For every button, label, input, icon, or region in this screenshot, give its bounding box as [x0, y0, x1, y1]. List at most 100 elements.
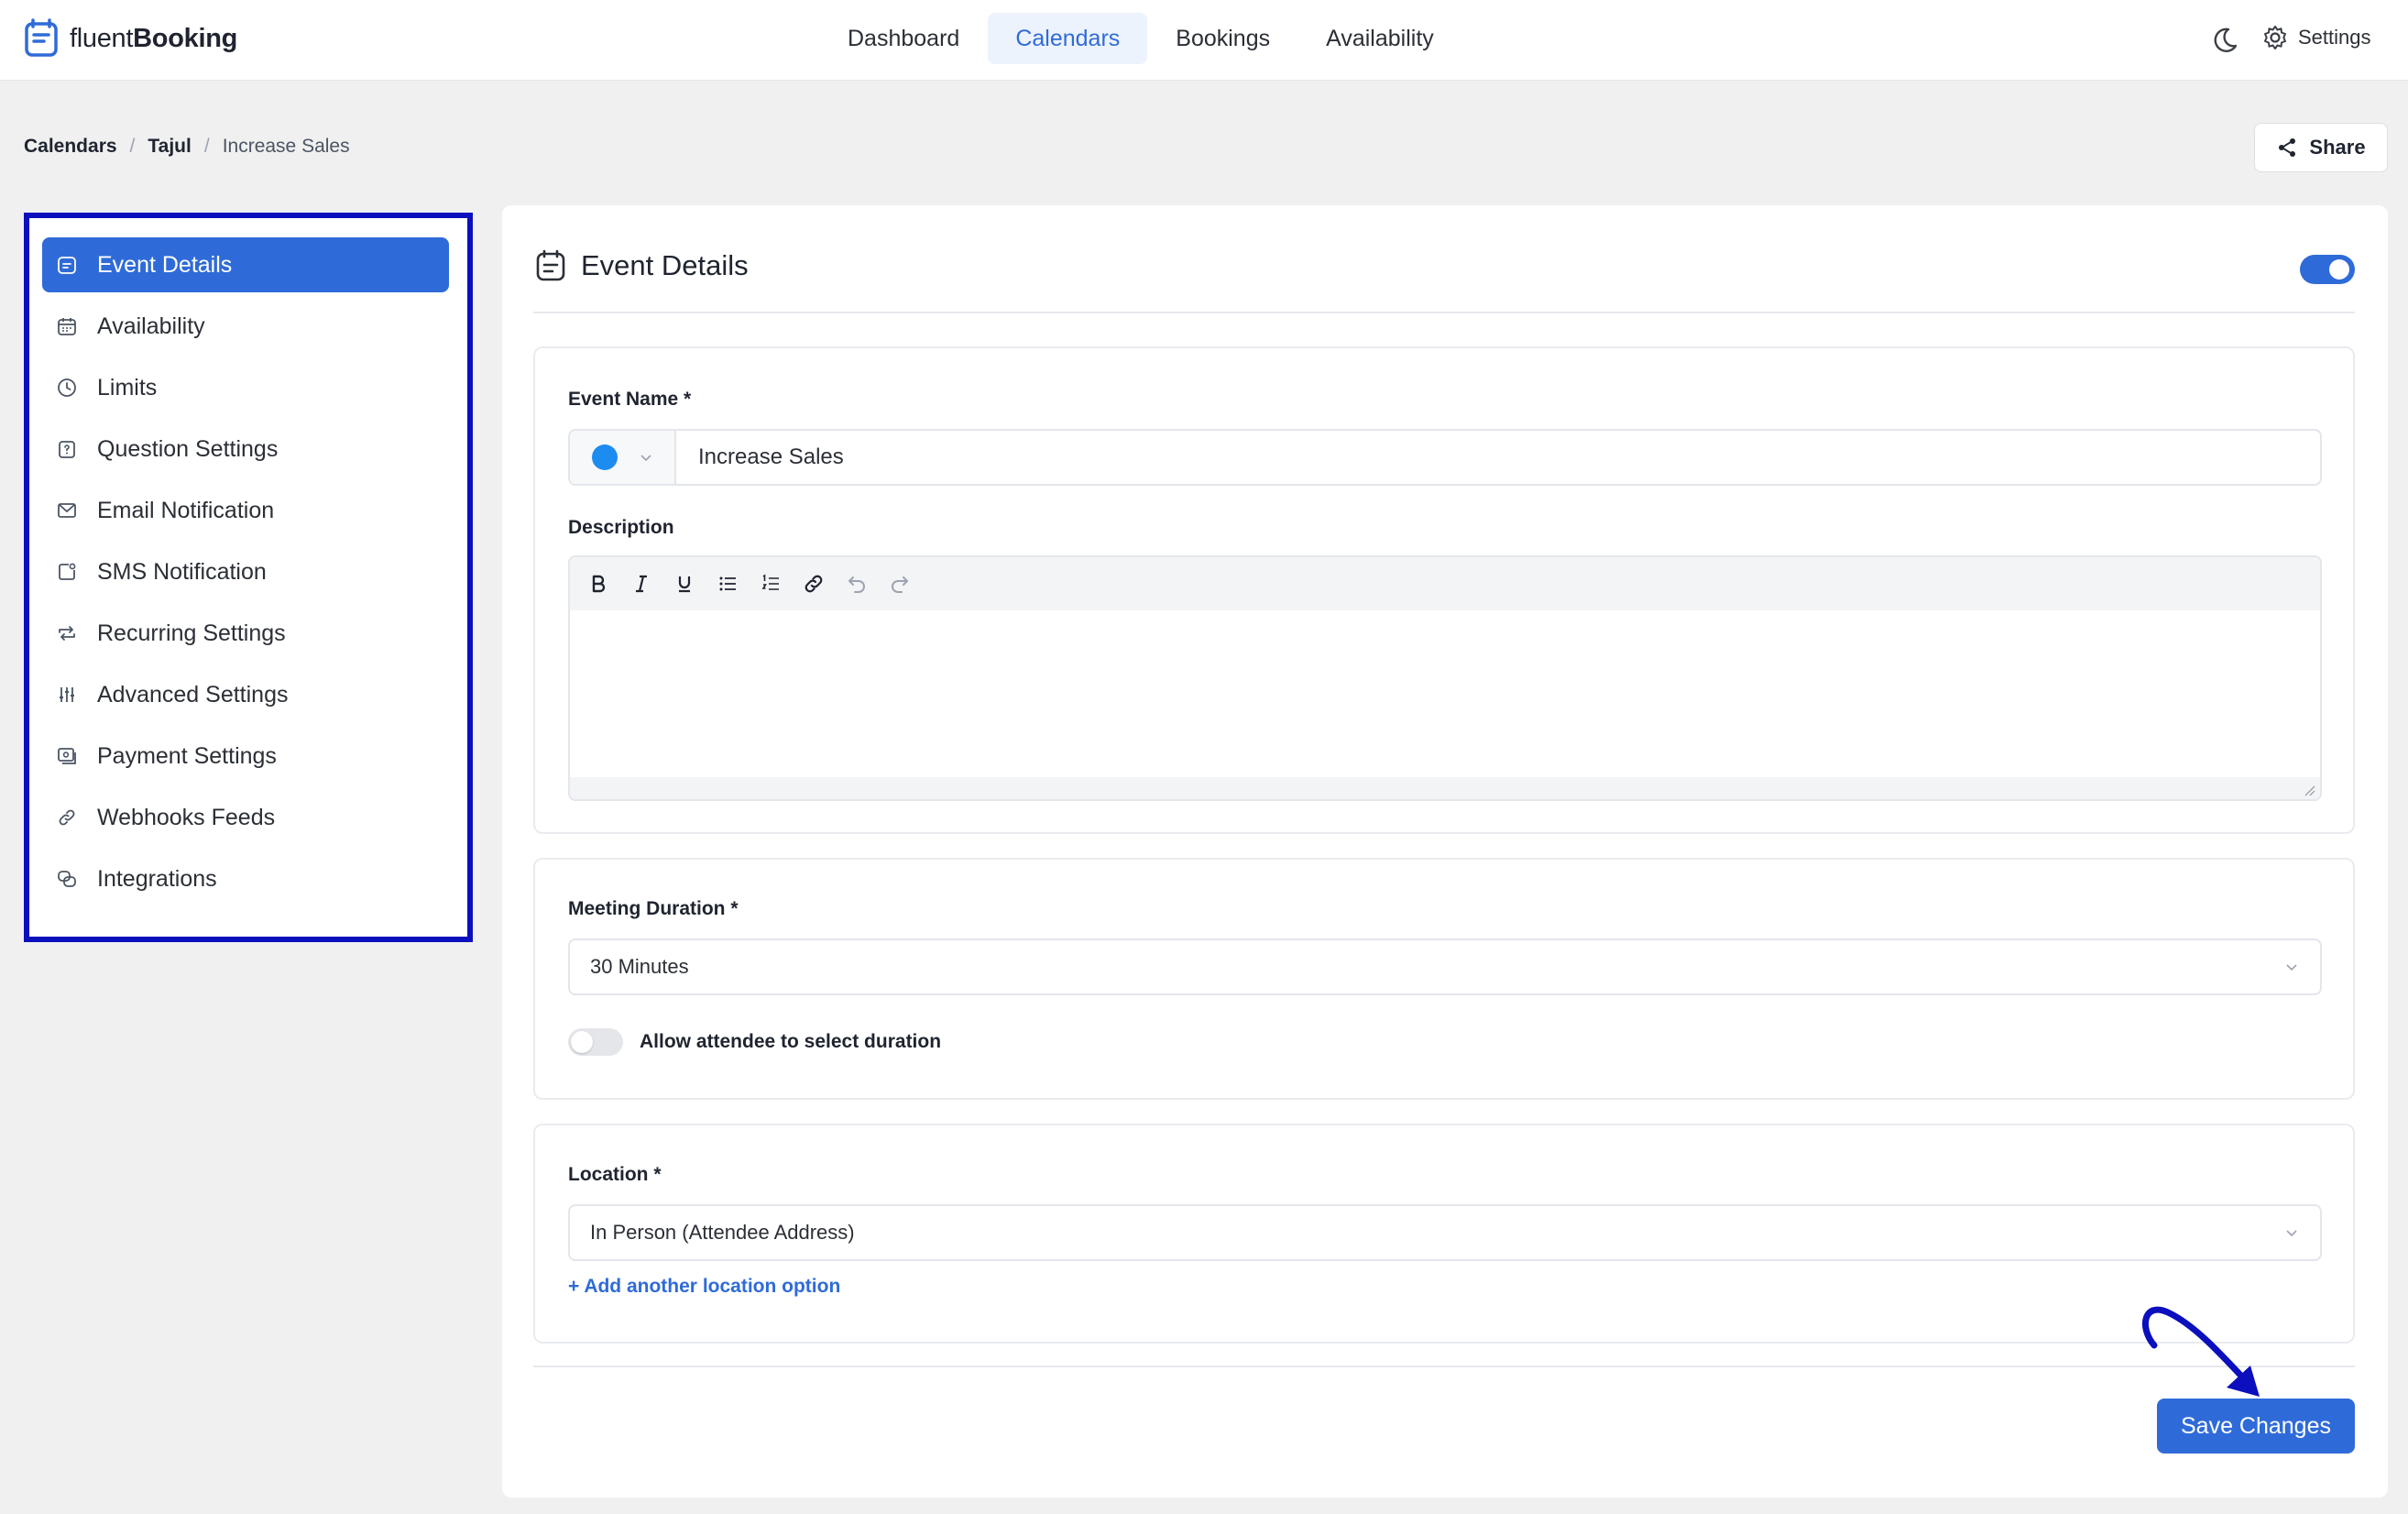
- sidebar-item-webhooks-feeds[interactable]: Webhooks Feeds: [42, 790, 449, 845]
- breadcrumb-current: Increase Sales: [222, 136, 350, 157]
- location-label: Location *: [568, 1164, 662, 1185]
- allow-attendee-duration-toggle[interactable]: [568, 1028, 623, 1056]
- settings-label: Settings: [2298, 26, 2371, 49]
- event-settings-sidebar: Event Details Availability Limits Questi…: [24, 213, 473, 942]
- clock-icon: [57, 378, 77, 398]
- breadcrumb: Calendars / Tajul / Increase Sales: [24, 136, 350, 158]
- location-value: In Person (Attendee Address): [590, 1221, 855, 1244]
- app-logo[interactable]: fluentBooking: [24, 18, 237, 59]
- sidebar-item-label: SMS Notification: [97, 558, 267, 585]
- mail-icon: [57, 500, 77, 521]
- bullet-list-icon[interactable]: [712, 568, 743, 599]
- toggle-knob: [2329, 259, 2349, 280]
- event-name-label: Event Name *: [568, 389, 692, 410]
- sidebar-item-sms-notification[interactable]: SMS Notification: [42, 544, 449, 599]
- allow-attendee-duration-label: Allow attendee to select duration: [640, 1031, 942, 1052]
- payment-icon: [57, 746, 77, 766]
- description-editor: [568, 555, 2322, 801]
- sidebar-item-advanced-settings[interactable]: Advanced Settings: [42, 667, 449, 722]
- divider: [533, 312, 2355, 313]
- sidebar-item-label: Limits: [97, 374, 158, 400]
- question-icon: [57, 439, 77, 459]
- description-textarea[interactable]: [570, 610, 2320, 777]
- event-name-field[interactable]: Increase Sales: [568, 429, 2322, 486]
- numbered-list-icon[interactable]: [755, 568, 786, 599]
- italic-icon[interactable]: [626, 568, 657, 599]
- sidebar-item-label: Webhooks Feeds: [97, 804, 276, 830]
- breadcrumb-calendars[interactable]: Calendars: [24, 136, 117, 158]
- share-label: Share: [2309, 136, 2366, 159]
- page-title: Event Details: [581, 249, 749, 281]
- meeting-duration-section: Meeting Duration * 30 Minutes Allow atte…: [533, 858, 2355, 1100]
- top-navigation-bar: fluentBooking Dashboard Calendars Bookin…: [0, 0, 2408, 81]
- sliders-icon: [57, 685, 77, 705]
- meeting-duration-value: 30 Minutes: [590, 955, 689, 978]
- moon-icon[interactable]: [2208, 24, 2241, 57]
- event-name-value[interactable]: Increase Sales: [698, 431, 844, 484]
- chevron-down-icon: [2283, 1224, 2300, 1241]
- underline-icon[interactable]: [669, 568, 700, 599]
- sidebar-item-label: Availability: [97, 313, 205, 339]
- sidebar-item-recurring-settings[interactable]: Recurring Settings: [42, 606, 449, 661]
- chevron-down-icon: [638, 449, 654, 466]
- location-section: Location * In Person (Attendee Address) …: [533, 1124, 2355, 1344]
- sidebar-item-event-details[interactable]: Event Details: [42, 237, 449, 292]
- sidebar-item-payment-settings[interactable]: Payment Settings: [42, 729, 449, 784]
- toggle-knob: [571, 1031, 593, 1053]
- nav-availability[interactable]: Availability: [1298, 13, 1461, 64]
- sidebar-item-label: Question Settings: [97, 435, 279, 462]
- divider: [533, 1366, 2355, 1367]
- add-location-link[interactable]: + Add another location option: [568, 1276, 840, 1298]
- nav-dashboard[interactable]: Dashboard: [820, 13, 987, 64]
- location-select[interactable]: In Person (Attendee Address): [568, 1204, 2322, 1261]
- editor-toolbar: [570, 557, 2320, 610]
- sidebar-item-label: Recurring Settings: [97, 620, 286, 646]
- chevron-down-icon: [2283, 959, 2300, 975]
- share-button[interactable]: Share: [2254, 123, 2388, 172]
- breadcrumb-separator: /: [129, 136, 136, 157]
- editor-statusbar: [570, 777, 2320, 799]
- sidebar-item-availability[interactable]: Availability: [42, 299, 449, 354]
- calendar-icon: [57, 316, 77, 336]
- panel-header: Event Details: [535, 249, 749, 282]
- meeting-duration-select[interactable]: 30 Minutes: [568, 938, 2322, 995]
- resize-handle-icon[interactable]: [2302, 783, 2316, 797]
- settings-link[interactable]: Settings: [2261, 24, 2371, 51]
- link-icon[interactable]: [798, 568, 829, 599]
- event-info-section: Event Name * Increase Sales Description: [533, 346, 2355, 834]
- sidebar-item-label: Advanced Settings: [97, 681, 289, 708]
- annotation-arrow-icon: [2141, 1306, 2260, 1397]
- sidebar-item-email-notification[interactable]: Email Notification: [42, 483, 449, 538]
- nav-calendars[interactable]: Calendars: [988, 13, 1148, 64]
- integrations-icon: [57, 869, 77, 889]
- sidebar-item-integrations[interactable]: Integrations: [42, 851, 449, 906]
- sidebar-item-label: Event Details: [97, 251, 233, 278]
- event-color-picker[interactable]: [570, 431, 676, 484]
- gear-icon: [2261, 24, 2289, 51]
- sidebar-item-label: Payment Settings: [97, 742, 277, 769]
- sidebar-item-question-settings[interactable]: Question Settings: [42, 422, 449, 477]
- description-label: Description: [568, 517, 674, 538]
- main-nav: Dashboard Calendars Bookings Availabilit…: [820, 13, 1462, 64]
- breadcrumb-separator: /: [203, 136, 210, 157]
- event-color-swatch: [592, 444, 618, 470]
- sidebar-item-limits[interactable]: Limits: [42, 360, 449, 415]
- bold-icon[interactable]: [583, 568, 614, 599]
- redo-icon[interactable]: [884, 568, 915, 599]
- fluentbooking-logo-icon: [24, 18, 60, 59]
- link-icon: [57, 807, 77, 828]
- event-details-icon: [57, 255, 77, 275]
- app-name: fluentBooking: [70, 23, 238, 53]
- repeat-icon: [57, 623, 77, 643]
- event-details-icon: [535, 249, 566, 282]
- sidebar-item-label: Integrations: [97, 865, 217, 892]
- event-details-panel: Event Details Event Name * Increase Sale…: [502, 205, 2388, 1498]
- undo-icon[interactable]: [841, 568, 872, 599]
- sidebar-item-label: Email Notification: [97, 497, 275, 523]
- breadcrumb-calendar-owner[interactable]: Tajul: [148, 136, 191, 158]
- sms-icon: [57, 562, 77, 582]
- event-enabled-toggle[interactable]: [2300, 255, 2355, 284]
- share-icon: [2276, 137, 2298, 159]
- meeting-duration-label: Meeting Duration *: [568, 898, 739, 919]
- nav-bookings[interactable]: Bookings: [1148, 13, 1297, 64]
